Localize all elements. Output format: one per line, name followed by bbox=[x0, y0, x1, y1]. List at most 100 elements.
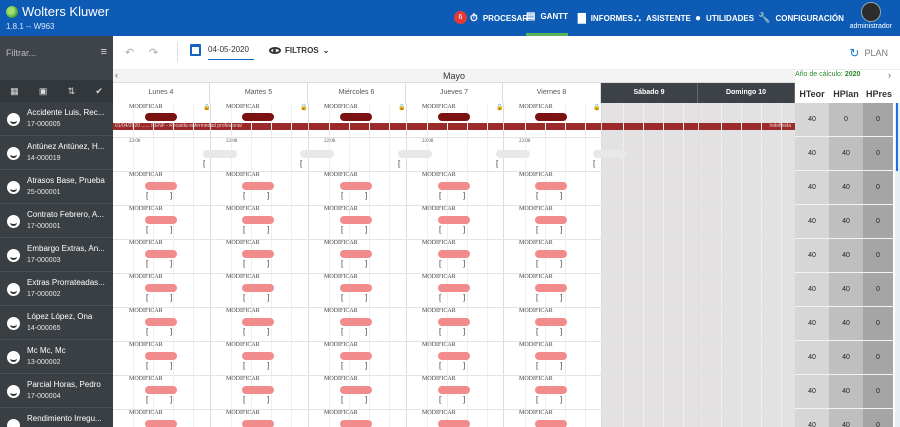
shift-bar-empty[interactable] bbox=[496, 150, 530, 158]
date-picker-icon[interactable] bbox=[190, 44, 201, 56]
shift-bar[interactable] bbox=[340, 216, 372, 224]
modify-link[interactable]: MODIFICAR bbox=[324, 274, 358, 280]
shift-bar[interactable] bbox=[340, 352, 372, 360]
shift-bar[interactable] bbox=[535, 318, 567, 326]
shift-bar[interactable] bbox=[242, 182, 274, 190]
filters-button[interactable]: FILTROS ⌄ bbox=[269, 46, 329, 55]
filter-input[interactable] bbox=[6, 46, 90, 60]
shift-bar[interactable] bbox=[242, 113, 274, 121]
modify-link[interactable]: MODIFICAR bbox=[519, 308, 553, 314]
nav-informes[interactable]: ▇ INFORMES bbox=[578, 0, 633, 36]
list-item[interactable]: Rendimiento Irregu...12-000001 bbox=[0, 408, 113, 427]
modify-link[interactable]: MODIFICAR bbox=[129, 274, 163, 280]
user-menu[interactable]: administrador bbox=[850, 2, 892, 30]
day-header[interactable]: Viernes 8 bbox=[503, 83, 601, 103]
shift-bar[interactable] bbox=[242, 352, 274, 360]
modify-link[interactable]: MODIFICAR bbox=[226, 274, 260, 280]
modify-link[interactable]: MODIFICAR bbox=[422, 342, 456, 348]
modify-link[interactable]: MODIFICAR bbox=[324, 342, 358, 348]
filter-icon[interactable]: ≡ bbox=[101, 46, 107, 58]
shift-bar[interactable] bbox=[242, 420, 274, 427]
shift-bar[interactable] bbox=[340, 420, 372, 427]
nav-gantt[interactable]: ▤ GANTT bbox=[526, 0, 569, 36]
shift-bar[interactable] bbox=[340, 284, 372, 292]
modify-link[interactable]: MODIFICAR bbox=[519, 104, 553, 110]
shift-bar[interactable] bbox=[145, 420, 177, 427]
shift-bar[interactable] bbox=[242, 250, 274, 258]
shift-bar[interactable] bbox=[145, 250, 177, 258]
notification-badge[interactable]: 6 bbox=[454, 11, 467, 24]
modify-link[interactable]: MODIFICAR bbox=[422, 308, 456, 314]
list-item[interactable]: Extras Prorrateadas... 17-000002 bbox=[0, 272, 113, 306]
shift-bar[interactable] bbox=[145, 182, 177, 190]
modify-link[interactable]: MODIFICAR bbox=[226, 206, 260, 212]
modify-link[interactable]: MODIFICAR bbox=[422, 206, 456, 212]
modify-link[interactable]: MODIFICAR bbox=[324, 308, 358, 314]
day-header-weekend[interactable]: Sábado 9 bbox=[601, 83, 698, 103]
shift-bar-empty[interactable] bbox=[593, 150, 627, 158]
modify-link[interactable]: MODIFICAR bbox=[422, 376, 456, 382]
shift-bar[interactable] bbox=[438, 284, 470, 292]
next-month-icon[interactable]: › bbox=[888, 70, 891, 80]
modify-link[interactable]: MODIFICAR bbox=[226, 308, 260, 314]
shift-bar[interactable] bbox=[340, 318, 372, 326]
shift-bar[interactable] bbox=[145, 318, 177, 326]
list-item[interactable]: Accidente Luis, Rec... 17-000005 bbox=[0, 102, 113, 136]
shift-bar[interactable] bbox=[535, 250, 567, 258]
modify-link[interactable]: MODIFICAR bbox=[519, 410, 553, 416]
modify-link[interactable]: MODIFICAR bbox=[129, 376, 163, 382]
shift-bar[interactable] bbox=[145, 113, 177, 121]
day-header[interactable]: Lunes 4 bbox=[113, 83, 210, 103]
shift-bar[interactable] bbox=[145, 386, 177, 394]
list-item[interactable]: Contrato Febrero, A... 17-000001 bbox=[0, 204, 113, 238]
modify-link[interactable]: MODIFICAR bbox=[422, 274, 456, 280]
calculator-icon[interactable]: ▣ bbox=[39, 86, 48, 97]
modify-link[interactable]: MODIFICAR bbox=[519, 240, 553, 246]
modify-link[interactable]: MODIFICAR bbox=[519, 376, 553, 382]
list-item[interactable]: Atrasos Base, Prueba 25-000001 bbox=[0, 170, 113, 204]
scrollbar[interactable] bbox=[895, 103, 900, 427]
shift-bar[interactable] bbox=[438, 352, 470, 360]
shift-bar[interactable] bbox=[535, 284, 567, 292]
list-item[interactable]: Mc Mc, Mc 13-000002 bbox=[0, 340, 113, 374]
modify-link[interactable]: MODIFICAR bbox=[324, 172, 358, 178]
shift-bar[interactable] bbox=[242, 386, 274, 394]
modify-link[interactable]: MODIFICAR bbox=[324, 376, 358, 382]
modify-link[interactable]: MODIFICAR bbox=[226, 104, 260, 110]
modify-link[interactable]: MODIFICAR bbox=[519, 172, 553, 178]
shift-bar[interactable] bbox=[242, 216, 274, 224]
nav-procesar[interactable]: ⏱ PROCESAR bbox=[470, 0, 528, 36]
list-item[interactable]: López López, Ona 14-000065 bbox=[0, 306, 113, 340]
day-header-weekend[interactable]: Domingo 10 bbox=[698, 83, 795, 103]
list-item[interactable]: Embargo Extras, An... 17-000003 bbox=[0, 238, 113, 272]
list-item[interactable]: Antúnez Antúnez, H... 14-000019 bbox=[0, 136, 113, 170]
shift-bar[interactable] bbox=[438, 113, 470, 121]
shift-bar[interactable] bbox=[145, 216, 177, 224]
modify-link[interactable]: MODIFICAR bbox=[519, 342, 553, 348]
modify-link[interactable]: MODIFICAR bbox=[324, 104, 358, 110]
undo-icon[interactable]: ↶ bbox=[125, 46, 134, 59]
plan-button[interactable]: ↻ PLAN bbox=[849, 46, 888, 60]
modify-link[interactable]: MODIFICAR bbox=[226, 240, 260, 246]
absence-bar[interactable]: 01/04/2020 ...... RENF - Recaída enferme… bbox=[113, 123, 795, 130]
day-header[interactable]: Miércoles 6 bbox=[308, 83, 406, 103]
shift-bar-empty[interactable] bbox=[398, 150, 432, 158]
modify-link[interactable]: MODIFICAR bbox=[324, 410, 358, 416]
modify-link[interactable]: MODIFICAR bbox=[226, 376, 260, 382]
shift-bar[interactable] bbox=[242, 284, 274, 292]
modify-link[interactable]: MODIFICAR bbox=[129, 206, 163, 212]
modify-link[interactable]: MODIFICAR bbox=[226, 172, 260, 178]
shift-bar[interactable] bbox=[340, 250, 372, 258]
modify-link[interactable]: MODIFICAR bbox=[519, 274, 553, 280]
shift-bar[interactable] bbox=[145, 352, 177, 360]
shift-bar[interactable] bbox=[535, 182, 567, 190]
shift-bar[interactable] bbox=[438, 420, 470, 427]
modify-link[interactable]: MODIFICAR bbox=[324, 206, 358, 212]
shift-bar[interactable] bbox=[535, 216, 567, 224]
modify-link[interactable]: MODIFICAR bbox=[324, 240, 358, 246]
modify-link[interactable]: MODIFICAR bbox=[129, 240, 163, 246]
check-all-icon[interactable]: ✔ bbox=[95, 86, 103, 97]
shift-bar[interactable] bbox=[535, 352, 567, 360]
shift-bar[interactable] bbox=[535, 420, 567, 427]
shift-bar[interactable] bbox=[145, 284, 177, 292]
